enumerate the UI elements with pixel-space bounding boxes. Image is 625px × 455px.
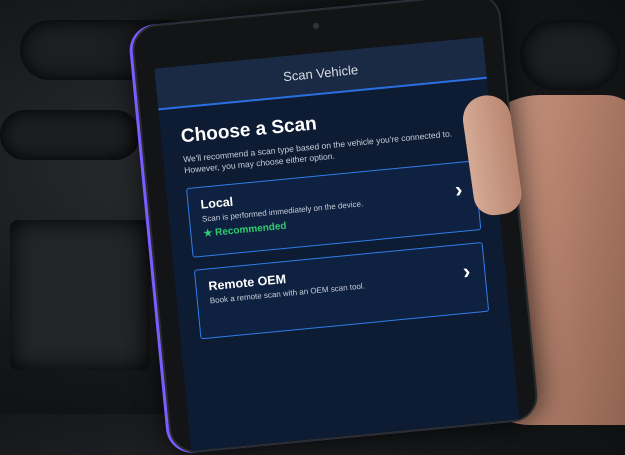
star-icon: ★ — [202, 227, 213, 240]
screen-title: Scan Vehicle — [282, 61, 359, 84]
tablet-device: Scan Vehicle Choose a Scan We'll recomme… — [130, 0, 540, 455]
main-content: Choose a Scan We'll recommend a scan typ… — [158, 79, 511, 367]
tablet-screen: Scan Vehicle Choose a Scan We'll recomme… — [154, 36, 520, 451]
scan-option-local[interactable]: Local Scan is performed immediately on t… — [185, 160, 482, 258]
scan-option-remote-oem[interactable]: Remote OEM Book a remote scan with an OE… — [193, 241, 490, 340]
tablet-frame: Scan Vehicle Choose a Scan We'll recomme… — [130, 0, 540, 455]
camera-icon — [312, 22, 320, 30]
